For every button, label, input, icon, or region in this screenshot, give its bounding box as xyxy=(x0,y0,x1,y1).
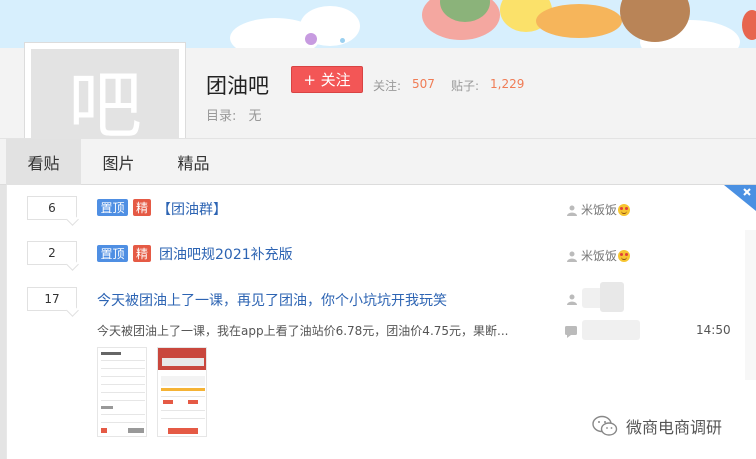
reply-count: 17 xyxy=(27,287,77,311)
thread-thumbnail[interactable] xyxy=(157,347,207,437)
heart-eyes-emoji-icon xyxy=(618,203,631,216)
tab-images[interactable]: 图片 xyxy=(81,139,156,185)
user-icon xyxy=(567,205,577,216)
thread-title[interactable]: 【团油群】 xyxy=(157,199,227,219)
tab-posts[interactable]: 看贴 xyxy=(6,139,81,185)
forum-title: 团油吧 xyxy=(206,74,269,98)
heart-eyes-emoji-icon xyxy=(618,249,631,262)
wechat-icon xyxy=(592,415,618,436)
user-icon xyxy=(567,294,577,305)
last-reply-time: 14:50 xyxy=(696,323,731,337)
thread-title[interactable]: 团油吧规2021补充版 xyxy=(159,244,293,264)
watermark: 微商电商调研 xyxy=(592,414,722,438)
author-name: 米饭饭 xyxy=(581,203,618,217)
blurred-last-reply xyxy=(582,320,640,340)
catalog-label: 目录: xyxy=(206,109,237,124)
user-icon xyxy=(567,251,577,262)
reply-count: 6 xyxy=(27,196,77,220)
pinned-badge: 置顶 xyxy=(97,245,128,262)
forum-banner xyxy=(0,0,756,48)
followers-count: 507 xyxy=(412,77,435,91)
thread-thumbnail[interactable] xyxy=(97,347,147,437)
reply-count: 2 xyxy=(27,241,77,265)
avatar-placeholder-char: 吧 xyxy=(68,63,142,149)
catalog-row: 目录: 无 xyxy=(206,105,262,124)
comment-icon xyxy=(565,326,577,338)
catalog-value: 无 xyxy=(248,109,262,124)
thread-author[interactable]: 米饭饭 xyxy=(566,201,631,218)
featured-badge: 精 xyxy=(133,245,151,262)
close-corner-icon[interactable] xyxy=(724,185,756,211)
author-name: 米饭饭 xyxy=(581,249,618,263)
thread-title[interactable]: 今天被团油上了一课，再见了团油，你个小坑坑开我玩笑 xyxy=(97,290,447,310)
posts-label: 贴子: xyxy=(451,79,480,93)
featured-badge: 精 xyxy=(133,199,151,216)
followers-label: 关注: xyxy=(373,79,402,93)
thread-author[interactable]: 米饭饭 xyxy=(566,247,631,264)
watermark-text: 微商电商调研 xyxy=(626,418,723,437)
thread-abstract: 今天被团油上了一课，我在app上看了油站价6.78元，团油价4.75元，果断..… xyxy=(97,324,509,338)
posts-count: 1,229 xyxy=(490,77,525,91)
scrollbar[interactable] xyxy=(745,230,756,380)
tab-featured[interactable]: 精品 xyxy=(156,139,231,185)
forum-tabs: 看贴 图片 精品 xyxy=(0,138,756,185)
pinned-badge: 置顶 xyxy=(97,199,128,216)
blurred-author-avatar xyxy=(600,282,624,312)
follow-button[interactable]: + 关注 xyxy=(291,66,363,93)
